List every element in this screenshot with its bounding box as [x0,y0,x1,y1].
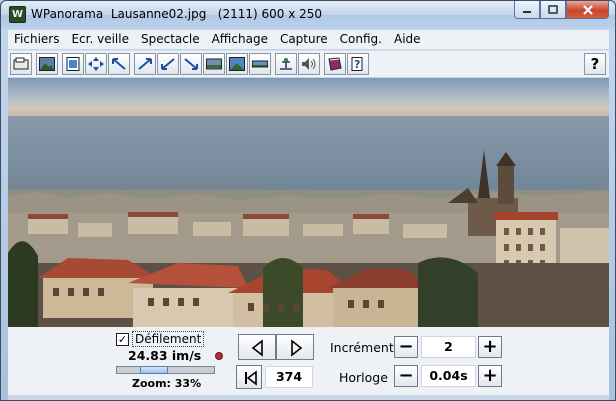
go-to-start-button[interactable] [236,365,262,389]
fit-page-button[interactable] [62,53,84,75]
panorama-icon [206,58,222,70]
clock-minus-button[interactable]: − [394,365,418,387]
open-file-button[interactable] [10,53,32,75]
menu-aide[interactable]: Aide [388,30,427,49]
menu-ecr-veille[interactable]: Ecr. veille [65,30,135,49]
panorama-button[interactable] [203,53,225,75]
wpanorama-app-icon[interactable]: W [9,6,26,23]
zoom-readout: Zoom: 33% [132,377,202,390]
minus-icon: − [398,365,414,386]
zoom-slider-thumb[interactable] [140,366,168,374]
strip-button[interactable] [249,53,271,75]
zoom-slider[interactable] [116,366,215,374]
move-right-up-icon [138,58,152,70]
menu-fichiers[interactable]: Fichiers [8,30,65,49]
menu-affichage[interactable]: Affichage [206,30,274,49]
open-file-icon [13,57,29,70]
minimize-button[interactable] [514,1,540,19]
increment-plus-button[interactable]: + [478,336,502,358]
scroll-checkbox[interactable]: ✓ [116,333,129,346]
window-title: WPanorama Lausanne02.jpg (2111) 600 x 25… [31,7,323,21]
help-page-icon: ? [351,57,363,71]
minimize-icon [523,10,531,13]
skip-start-icon [245,370,257,386]
maximize-icon [548,4,558,14]
help-page-button[interactable]: ? [347,53,369,75]
increment-minus-button[interactable]: − [394,336,418,358]
menu-config[interactable]: Config. [334,30,388,49]
menu-bar: Fichiers Ecr. veille Spectacle Affichage… [8,30,609,49]
balance-button[interactable] [275,53,297,75]
move-left-down-button[interactable] [157,53,179,75]
landscape-button[interactable] [226,53,248,75]
move-left-down-icon [161,58,175,70]
move-left-up-button[interactable] [108,53,130,75]
panorama-viewport[interactable] [8,78,609,327]
help-label: ? [590,55,600,73]
plus-icon: + [482,365,498,386]
minus-icon: − [398,336,414,357]
clock-value[interactable]: 0.04s [421,365,476,387]
landscape-icon [229,57,245,71]
expand-button[interactable] [85,53,107,75]
increment-label: Incrément [330,340,394,355]
clock-plus-button[interactable]: + [478,365,502,387]
book-button[interactable] [324,53,346,75]
strip-icon [252,60,268,68]
window-bottom-border [8,395,609,400]
plus-icon: + [482,336,498,357]
move-right-up-button[interactable] [134,53,156,75]
increment-value[interactable]: 2 [421,336,476,358]
sound-button[interactable] [298,53,320,75]
maximize-button[interactable] [540,1,566,19]
move-left-up-icon [112,58,126,70]
arrow-left-icon [251,339,263,357]
speed-indicator-icon[interactable] [215,352,223,360]
toolbar: ? ? [8,50,609,77]
title-bar[interactable]: W WPanorama Lausanne02.jpg (2111) 600 x … [1,1,615,29]
balance-icon [280,58,292,70]
position-value: 374 [265,366,313,388]
move-right-down-button[interactable] [180,53,202,75]
image-icon [39,57,55,71]
move-right-down-icon [184,58,198,70]
arrow-right-icon [291,339,303,357]
expand-icon [88,57,104,71]
scroll-left-button[interactable] [238,334,276,360]
svg-text:?: ? [354,58,360,71]
fit-page-icon [66,57,80,71]
menu-spectacle[interactable]: Spectacle [135,30,206,49]
scroll-label[interactable]: Défilement [132,331,205,347]
image-button[interactable] [36,53,58,75]
control-panel: ✓ Défilement 24.83 im/s Zoom: 33% 374 In… [8,327,609,395]
menu-capture[interactable]: Capture [274,30,334,49]
app-window: W WPanorama Lausanne02.jpg (2111) 600 x … [0,0,616,401]
clock-label: Horloge [339,370,388,385]
window-controls [514,1,609,21]
lausanne-panorama-image [8,78,609,327]
help-button[interactable]: ? [584,53,606,75]
scroll-right-button[interactable] [276,334,314,360]
speed-readout: 24.83 im/s [128,348,202,363]
sound-icon [302,58,316,70]
close-icon [582,4,593,15]
close-button[interactable] [566,1,609,19]
book-icon [328,57,342,71]
